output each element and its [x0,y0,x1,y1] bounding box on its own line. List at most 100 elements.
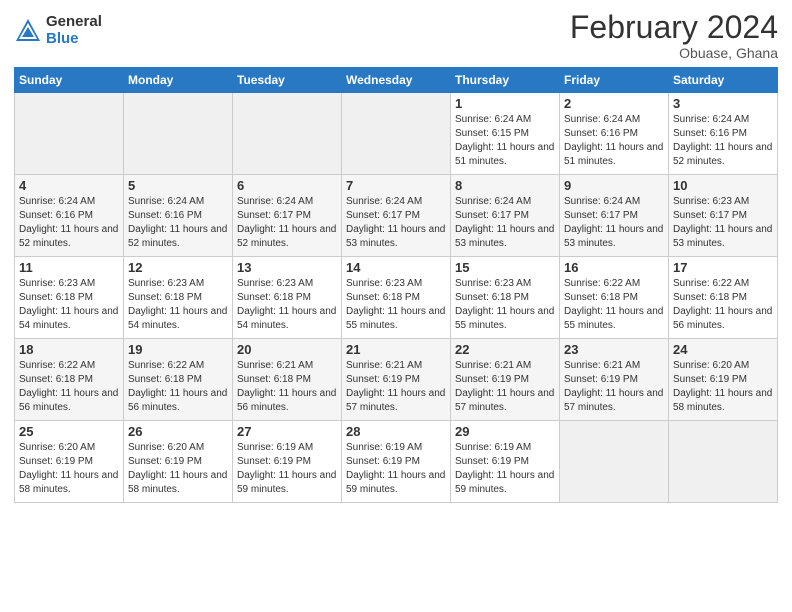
calendar-week-row: 4 Sunrise: 6:24 AMSunset: 6:16 PMDaylight… [15,175,778,257]
table-row: 25 Sunrise: 6:20 AMSunset: 6:19 PMDayligh… [15,421,124,503]
table-row: 27Sunrise: 6:19 AMSunset: 6:19 PMDayligh… [233,421,342,503]
day-number: 9 [564,178,664,193]
day-number: 21 [346,342,446,357]
day-info: Sunrise: 6:24 AMSunset: 6:16 PMDaylight:… [564,113,664,169]
table-row: 22Sunrise: 6:21 AMSunset: 6:19 PMDayligh… [451,339,560,421]
header-monday: Monday [124,68,233,93]
day-info: Sunrise: 6:24 AMSunset: 6:17 PMDaylight:… [346,195,446,251]
day-info: Sunrise: 6:19 AMSunset: 6:19 PMDaylight:… [346,441,446,497]
table-row [124,93,233,175]
day-number: 15 [455,260,555,275]
day-number: 12 [128,260,228,275]
day-info: Sunrise: 6:19 AMSunset: 6:19 PMDaylight:… [237,441,337,497]
day-number: 1 [455,96,555,111]
day-number: 5 [128,178,228,193]
day-number: 4 [19,178,119,193]
day-number: 22 [455,342,555,357]
day-number: 2 [564,96,664,111]
table-row: 12 Sunrise: 6:23 AMSunset: 6:18 PMDayligh… [124,257,233,339]
table-row [669,421,778,503]
table-row [233,93,342,175]
day-info: Sunrise: 6:21 AMSunset: 6:19 PMDaylight:… [564,359,664,415]
weekday-header-row: Sunday Monday Tuesday Wednesday Thursday… [15,68,778,93]
day-info: Sunrise: 6:24 AMSunset: 6:15 PMDaylight:… [455,113,555,169]
table-row: 1 Sunrise: 6:24 AMSunset: 6:15 PMDaylight… [451,93,560,175]
calendar-week-row: 25 Sunrise: 6:20 AMSunset: 6:19 PMDayligh… [15,421,778,503]
day-number: 8 [455,178,555,193]
table-row: 10 Sunrise: 6:23 AMSunset: 6:17 PMDayligh… [669,175,778,257]
day-info: Sunrise: 6:24 AMSunset: 6:17 PMDaylight:… [564,195,664,251]
day-info: Sunrise: 6:20 AMSunset: 6:19 PMDaylight:… [673,359,773,415]
header-thursday: Thursday [451,68,560,93]
day-number: 10 [673,178,773,193]
day-info: Sunrise: 6:20 AMSunset: 6:19 PMDaylight:… [19,441,119,497]
calendar-week-row: 1 Sunrise: 6:24 AMSunset: 6:15 PMDaylight… [15,93,778,175]
day-info: Sunrise: 6:24 AMSunset: 6:16 PMDaylight:… [673,113,773,169]
table-row: 16 Sunrise: 6:22 AMSunset: 6:18 PMDayligh… [560,257,669,339]
logo-icon [14,17,42,45]
header-tuesday: Tuesday [233,68,342,93]
title-area: February 2024 Obuase, Ghana [570,10,778,61]
day-number: 23 [564,342,664,357]
table-row [15,93,124,175]
day-number: 20 [237,342,337,357]
header-sunday: Sunday [15,68,124,93]
table-row: 23 Sunrise: 6:21 AMSunset: 6:19 PMDayligh… [560,339,669,421]
day-number: 18 [19,342,119,357]
day-info: Sunrise: 6:20 AMSunset: 6:19 PMDaylight:… [128,441,228,497]
day-info: Sunrise: 6:23 AMSunset: 6:18 PMDaylight:… [128,277,228,333]
day-info: Sunrise: 6:23 AMSunset: 6:18 PMDaylight:… [346,277,446,333]
logo-general: General [46,14,102,31]
day-number: 6 [237,178,337,193]
day-info: Sunrise: 6:22 AMSunset: 6:18 PMDaylight:… [19,359,119,415]
table-row: 24 Sunrise: 6:20 AMSunset: 6:19 PMDayligh… [669,339,778,421]
day-info: Sunrise: 6:23 AMSunset: 6:17 PMDaylight:… [673,195,773,251]
day-number: 14 [346,260,446,275]
day-number: 11 [19,260,119,275]
table-row: 26Sunrise: 6:20 AMSunset: 6:19 PMDayligh… [124,421,233,503]
logo-blue: Blue [46,31,102,48]
day-number: 7 [346,178,446,193]
table-row: 15Sunrise: 6:23 AMSunset: 6:18 PMDayligh… [451,257,560,339]
table-row: 5 Sunrise: 6:24 AMSunset: 6:16 PMDaylight… [124,175,233,257]
day-number: 24 [673,342,773,357]
header-wednesday: Wednesday [342,68,451,93]
table-row: 14 Sunrise: 6:23 AMSunset: 6:18 PMDayligh… [342,257,451,339]
header: General Blue February 2024 Obuase, Ghana [14,10,778,61]
table-row: 11 Sunrise: 6:23 AMSunset: 6:18 PMDayligh… [15,257,124,339]
day-info: Sunrise: 6:21 AMSunset: 6:19 PMDaylight:… [346,359,446,415]
table-row: 6 Sunrise: 6:24 AMSunset: 6:17 PMDaylight… [233,175,342,257]
calendar-week-row: 11 Sunrise: 6:23 AMSunset: 6:18 PMDayligh… [15,257,778,339]
day-number: 16 [564,260,664,275]
day-number: 19 [128,342,228,357]
table-row: 29Sunrise: 6:19 AMSunset: 6:19 PMDayligh… [451,421,560,503]
table-row: 8 Sunrise: 6:24 AMSunset: 6:17 PMDaylight… [451,175,560,257]
day-info: Sunrise: 6:23 AMSunset: 6:18 PMDaylight:… [19,277,119,333]
table-row [560,421,669,503]
day-number: 28 [346,424,446,439]
day-info: Sunrise: 6:24 AMSunset: 6:17 PMDaylight:… [237,195,337,251]
table-row: 4Sunrise: 6:24 AMSunset: 6:16 PMDaylight… [15,175,124,257]
table-row: 19Sunrise: 6:22 AMSunset: 6:18 PMDayligh… [124,339,233,421]
table-row: 13Sunrise: 6:23 AMSunset: 6:18 PMDayligh… [233,257,342,339]
table-row: 7 Sunrise: 6:24 AMSunset: 6:17 PMDaylight… [342,175,451,257]
calendar-table: Sunday Monday Tuesday Wednesday Thursday… [14,67,778,503]
calendar-page: General Blue February 2024 Obuase, Ghana… [0,0,792,612]
calendar-week-row: 18 Sunrise: 6:22 AMSunset: 6:18 PMDayligh… [15,339,778,421]
day-info: Sunrise: 6:24 AMSunset: 6:16 PMDaylight:… [128,195,228,251]
day-number: 25 [19,424,119,439]
day-info: Sunrise: 6:22 AMSunset: 6:18 PMDaylight:… [673,277,773,333]
day-info: Sunrise: 6:24 AMSunset: 6:17 PMDaylight:… [455,195,555,251]
header-friday: Friday [560,68,669,93]
day-info: Sunrise: 6:19 AMSunset: 6:19 PMDaylight:… [455,441,555,497]
day-number: 13 [237,260,337,275]
day-info: Sunrise: 6:22 AMSunset: 6:18 PMDaylight:… [564,277,664,333]
day-info: Sunrise: 6:21 AMSunset: 6:18 PMDaylight:… [237,359,337,415]
table-row [342,93,451,175]
table-row: 20 Sunrise: 6:21 AMSunset: 6:18 PMDayligh… [233,339,342,421]
table-row: 3Sunrise: 6:24 AMSunset: 6:16 PMDaylight… [669,93,778,175]
day-number: 17 [673,260,773,275]
month-title: February 2024 [570,10,778,45]
logo: General Blue [14,14,102,47]
table-row: 18 Sunrise: 6:22 AMSunset: 6:18 PMDayligh… [15,339,124,421]
